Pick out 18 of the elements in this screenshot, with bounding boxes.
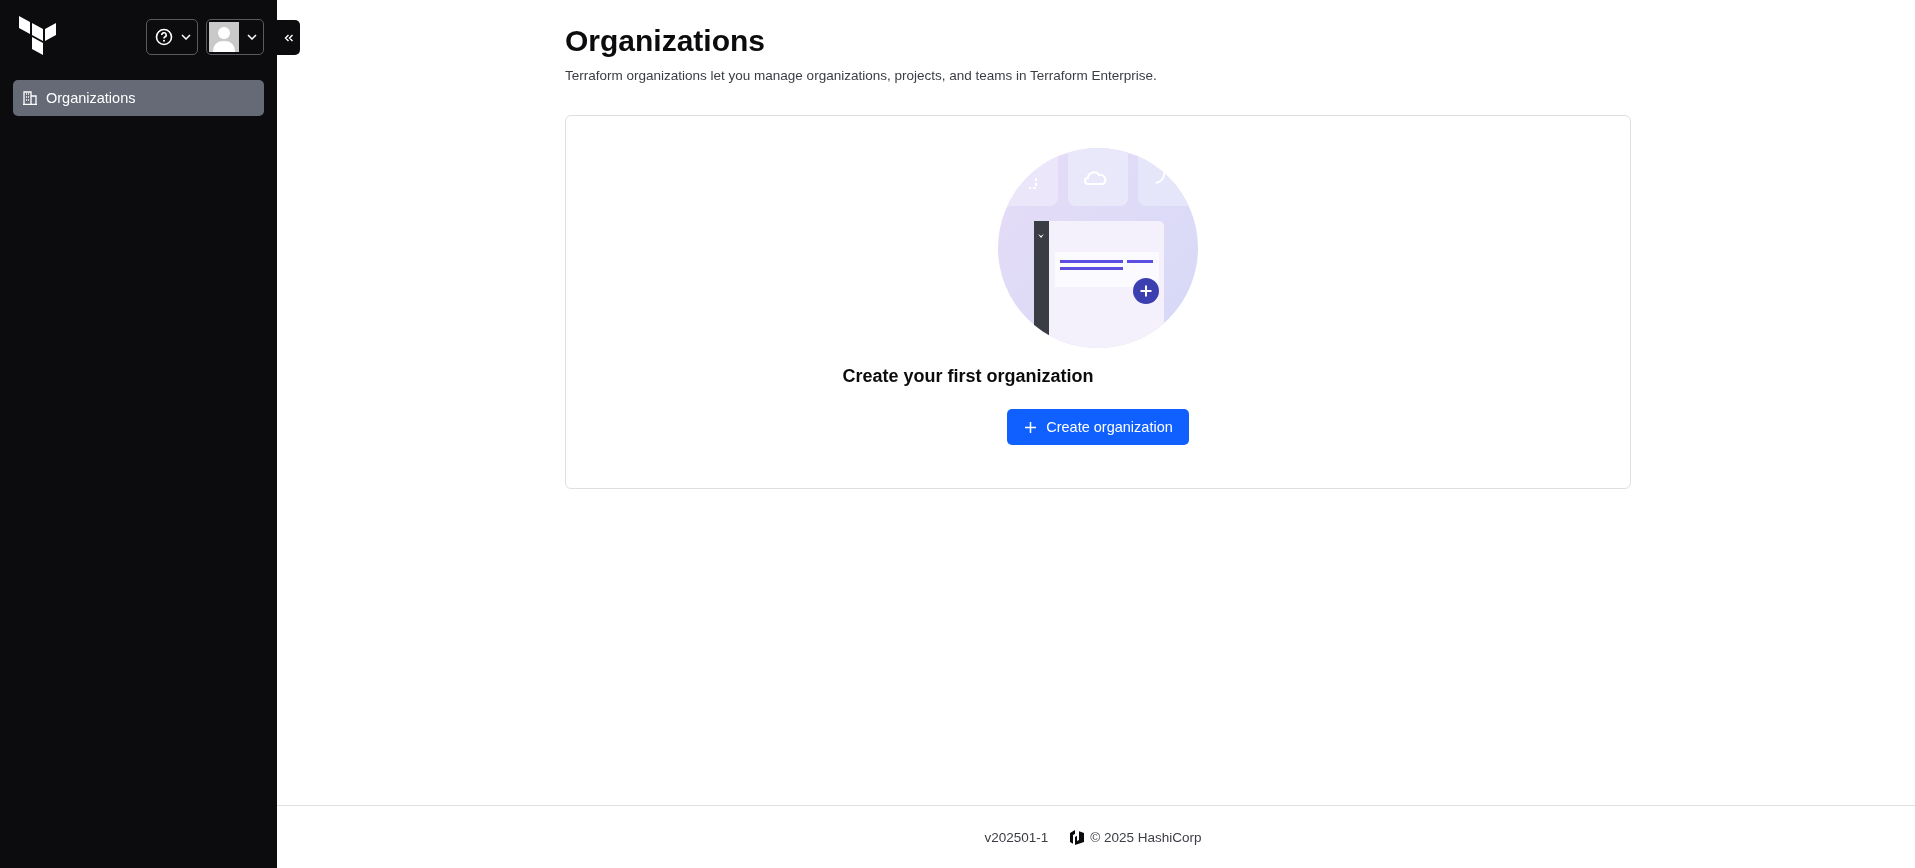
caret-icon [247, 34, 257, 40]
create-organization-button[interactable]: Create organization [1007, 409, 1189, 445]
version-text: v202501-1 [984, 829, 1049, 845]
copyright-text: © 2025 HashiCorp [1090, 829, 1202, 845]
hashicorp-logo-icon [1070, 829, 1085, 845]
page-title: Organizations [565, 24, 767, 58]
sidebar-item[interactable]: Organizations [13, 80, 264, 116]
empty-state-heading: Create your first organization [842, 366, 1094, 387]
user-menu-button[interactable] [206, 19, 264, 55]
plus-icon [1025, 421, 1037, 433]
terraform-logo-icon[interactable] [19, 16, 57, 58]
help-icon [155, 28, 173, 46]
collapse-sidebar-button[interactable] [277, 20, 300, 55]
caret-icon [181, 34, 191, 40]
double-chevron-left-icon [283, 33, 294, 42]
building-icon [23, 91, 37, 105]
help-menu-button[interactable] [146, 19, 198, 55]
page-description: Terraform organizations let you manage organizations, projects, and teams in Terraform Enterprise. [565, 68, 1158, 83]
